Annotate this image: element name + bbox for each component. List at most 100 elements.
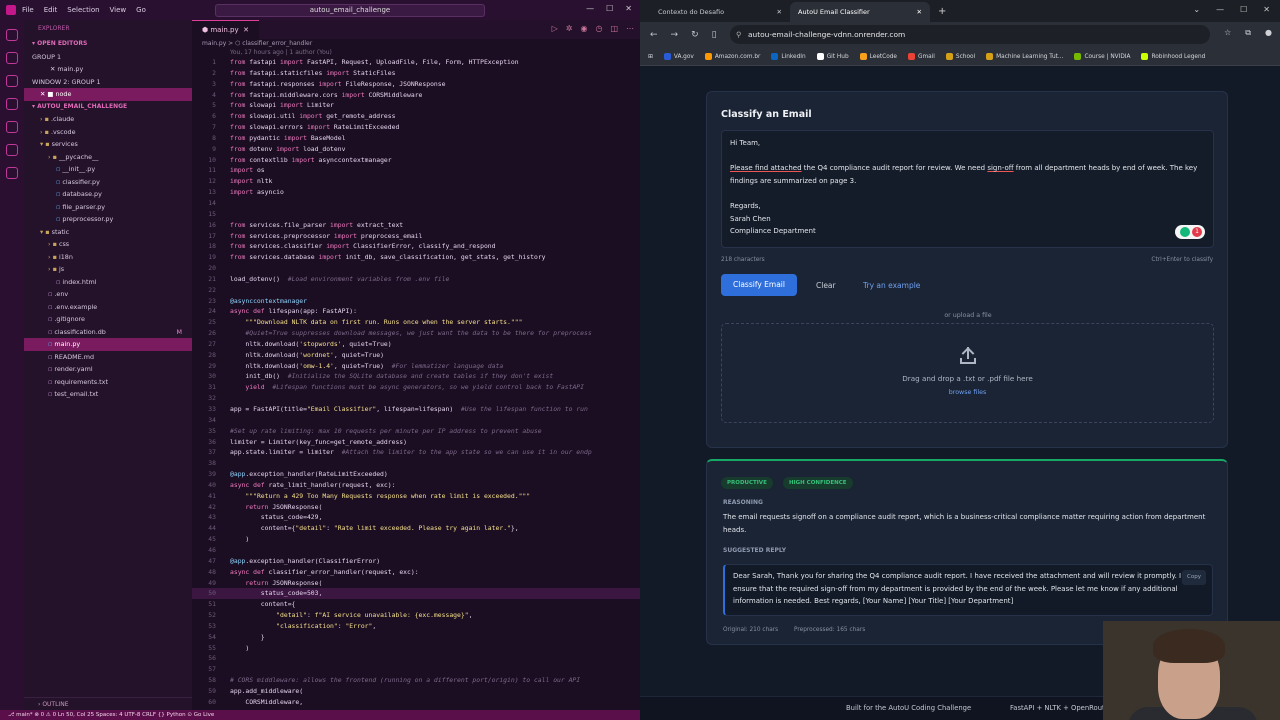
- close-tab-icon[interactable]: ✕: [917, 2, 922, 22]
- close-icon[interactable]: ✕: [1263, 5, 1270, 14]
- code-line[interactable]: 42 return JSONResponse(: [192, 502, 640, 513]
- maximize-icon[interactable]: ☐: [606, 4, 613, 13]
- tree-item[interactable]: › ▪ .claude: [24, 113, 192, 126]
- code-line[interactable]: 16 from services.file_parser import extra…: [192, 220, 640, 231]
- grammarly-icon[interactable]: 1: [1175, 225, 1205, 239]
- minimize-icon[interactable]: —: [586, 4, 594, 13]
- tree-item[interactable]: ▫ .env.example: [24, 301, 192, 314]
- bookmark-item[interactable]: Course | NVIDIA: [1074, 53, 1130, 60]
- code-line[interactable]: 51 content={: [192, 599, 640, 610]
- code-line[interactable]: 39 @app.exception_handler(RateLimitExceed…: [192, 469, 640, 480]
- record-icon[interactable]: ◉: [580, 24, 587, 33]
- menu-go[interactable]: Go: [136, 6, 146, 14]
- code-line[interactable]: 49 return JSONResponse(: [192, 578, 640, 589]
- reload-icon[interactable]: ↻: [691, 30, 699, 40]
- maximize-icon[interactable]: ☐: [1240, 5, 1247, 14]
- tab-search-icon[interactable]: ⌄: [1193, 5, 1200, 14]
- code-line[interactable]: 35 #Set up rate limiting: max 10 requests…: [192, 426, 640, 437]
- code-line[interactable]: 1 from fastapi import FastAPI, Request, U…: [192, 57, 640, 68]
- code-line[interactable]: 21 load_dotenv() #Load environment variab…: [192, 274, 640, 285]
- code-line[interactable]: 58 # CORS middleware: allows the frontend…: [192, 675, 640, 686]
- tree-item[interactable]: ▫ preprocessor.py: [24, 213, 192, 226]
- code-line[interactable]: 36 limiter = Limiter(key_func=get_remote_…: [192, 437, 640, 448]
- email-textarea[interactable]: Hi Team, Please find attached the Q4 com…: [721, 130, 1214, 248]
- code-line[interactable]: 44 content={"detail": "Rate limit exceed…: [192, 523, 640, 534]
- code-line[interactable]: 41 """Return a 429 Too Many Requests res…: [192, 491, 640, 502]
- settings-icon[interactable]: ✲: [566, 24, 573, 33]
- open-editor-node[interactable]: ✕ ■ node: [24, 88, 192, 101]
- tree-item[interactable]: › ▪ i18n: [24, 251, 192, 264]
- open-editors-header[interactable]: ▾ OPEN EDITORS: [24, 38, 192, 51]
- back-icon[interactable]: ←: [650, 30, 658, 40]
- code-line[interactable]: 32: [192, 393, 640, 404]
- tree-item[interactable]: ▫ .env: [24, 288, 192, 301]
- code-line[interactable]: 6 from slowapi.util import get_remote_add…: [192, 111, 640, 122]
- code-line[interactable]: 9 from dotenv import load_dotenv: [192, 144, 640, 155]
- code-line[interactable]: 24 async def lifespan(app: FastAPI):: [192, 306, 640, 317]
- split-editor-icon[interactable]: ◫: [610, 24, 618, 33]
- code-line[interactable]: 12 import nltk: [192, 176, 640, 187]
- tree-item[interactable]: ▫ file_parser.py: [24, 201, 192, 214]
- run-debug-icon[interactable]: [6, 98, 18, 110]
- code-line[interactable]: 4 from fastapi.middleware.cors import COR…: [192, 90, 640, 101]
- bookmark-item[interactable]: School: [945, 53, 975, 60]
- tab-main-py[interactable]: ⬢ main.py ✕: [192, 20, 259, 39]
- classify-button[interactable]: Classify Email: [721, 274, 797, 296]
- code-line[interactable]: 52 "detail": f"AI service unavailable: {…: [192, 610, 640, 621]
- code-line[interactable]: 60 CORSMiddleware,: [192, 697, 640, 708]
- close-icon[interactable]: ✕: [625, 4, 632, 13]
- tree-item[interactable]: › ▪ .vscode: [24, 126, 192, 139]
- code-line[interactable]: 57: [192, 664, 640, 675]
- code-line[interactable]: 53 "classification": "Error",: [192, 621, 640, 632]
- bookmark-item[interactable]: LeetCode: [859, 53, 897, 60]
- code-line[interactable]: 54 }: [192, 632, 640, 643]
- extensions-icon[interactable]: ⧉: [1245, 28, 1251, 38]
- code-line[interactable]: 34: [192, 415, 640, 426]
- code-line[interactable]: 43 status_code=429,: [192, 512, 640, 523]
- code-line[interactable]: 40 async def rate_limit_handler(request, …: [192, 480, 640, 491]
- profile-icon[interactable]: ●: [1265, 28, 1272, 38]
- code-line[interactable]: 11 import os: [192, 165, 640, 176]
- bookmark-item[interactable]: LinkedIn: [771, 53, 806, 60]
- code-editor[interactable]: 1 from fastapi import FastAPI, Request, U…: [192, 57, 640, 708]
- code-line[interactable]: 23 @asynccontextmanager: [192, 296, 640, 307]
- code-line[interactable]: 15: [192, 209, 640, 220]
- search-icon[interactable]: [6, 52, 18, 64]
- bookmark-item[interactable]: VA.gov: [663, 53, 694, 60]
- code-line[interactable]: 13 import asyncio: [192, 187, 640, 198]
- code-line[interactable]: 38: [192, 458, 640, 469]
- code-line[interactable]: 27 nltk.download('stopwords', quiet=True…: [192, 339, 640, 350]
- bookmark-item[interactable]: Amazon.com.br: [704, 53, 760, 60]
- code-line[interactable]: 45 ): [192, 534, 640, 545]
- code-line[interactable]: 55 ): [192, 643, 640, 654]
- history-icon[interactable]: ◷: [595, 24, 602, 33]
- tree-item[interactable]: ▫ test_email.txt: [24, 388, 192, 401]
- open-editor-main[interactable]: ✕ main.py: [24, 63, 192, 76]
- code-line[interactable]: 28 nltk.download('wordnet', quiet=True): [192, 350, 640, 361]
- file-dropzone[interactable]: Drag and drop a .txt or .pdf file here b…: [721, 323, 1214, 423]
- code-line[interactable]: 17 from services.preprocessor import prep…: [192, 231, 640, 242]
- copy-reply-button[interactable]: Copy: [1182, 570, 1206, 585]
- tree-item[interactable]: ▫ index.html: [24, 276, 192, 289]
- code-line[interactable]: 26 #Quiet=True suppresses download messa…: [192, 328, 640, 339]
- code-line[interactable]: 5 from slowapi import Limiter: [192, 100, 640, 111]
- menu-edit[interactable]: Edit: [44, 6, 58, 14]
- status-bar[interactable]: ⎇ main* ⊗ 0 ⚠ 0 Ln 50, Col 25 Spaces: 4 …: [0, 710, 640, 720]
- browser-tab[interactable]: Contexto do Desafio ✕: [650, 2, 790, 22]
- code-line[interactable]: 2 from fastapi.staticfiles import StaticF…: [192, 68, 640, 79]
- code-line[interactable]: 20: [192, 263, 640, 274]
- breadcrumb[interactable]: main.py > ⬡ classifier_error_handler: [192, 39, 640, 48]
- extensions-icon[interactable]: [6, 121, 18, 133]
- code-line[interactable]: 19 from services.database import init_db,…: [192, 252, 640, 263]
- code-line[interactable]: 50 status_code=503,: [192, 588, 640, 600]
- code-line[interactable]: 37 app.state.limiter = limiter #Attach th…: [192, 447, 640, 458]
- outline-section[interactable]: › OUTLINE: [24, 697, 192, 710]
- run-icon[interactable]: ▷: [552, 24, 558, 33]
- clear-button[interactable]: Clear: [816, 281, 836, 290]
- remote-icon[interactable]: [6, 144, 18, 156]
- tree-item[interactable]: › ▪ css: [24, 238, 192, 251]
- more-icon[interactable]: ⋯: [626, 24, 634, 33]
- bookmark-item[interactable]: Robinhood Legend: [1141, 53, 1205, 60]
- tree-item[interactable]: ▫ render.yaml: [24, 363, 192, 376]
- tree-item[interactable]: ▫ .gitignore: [24, 313, 192, 326]
